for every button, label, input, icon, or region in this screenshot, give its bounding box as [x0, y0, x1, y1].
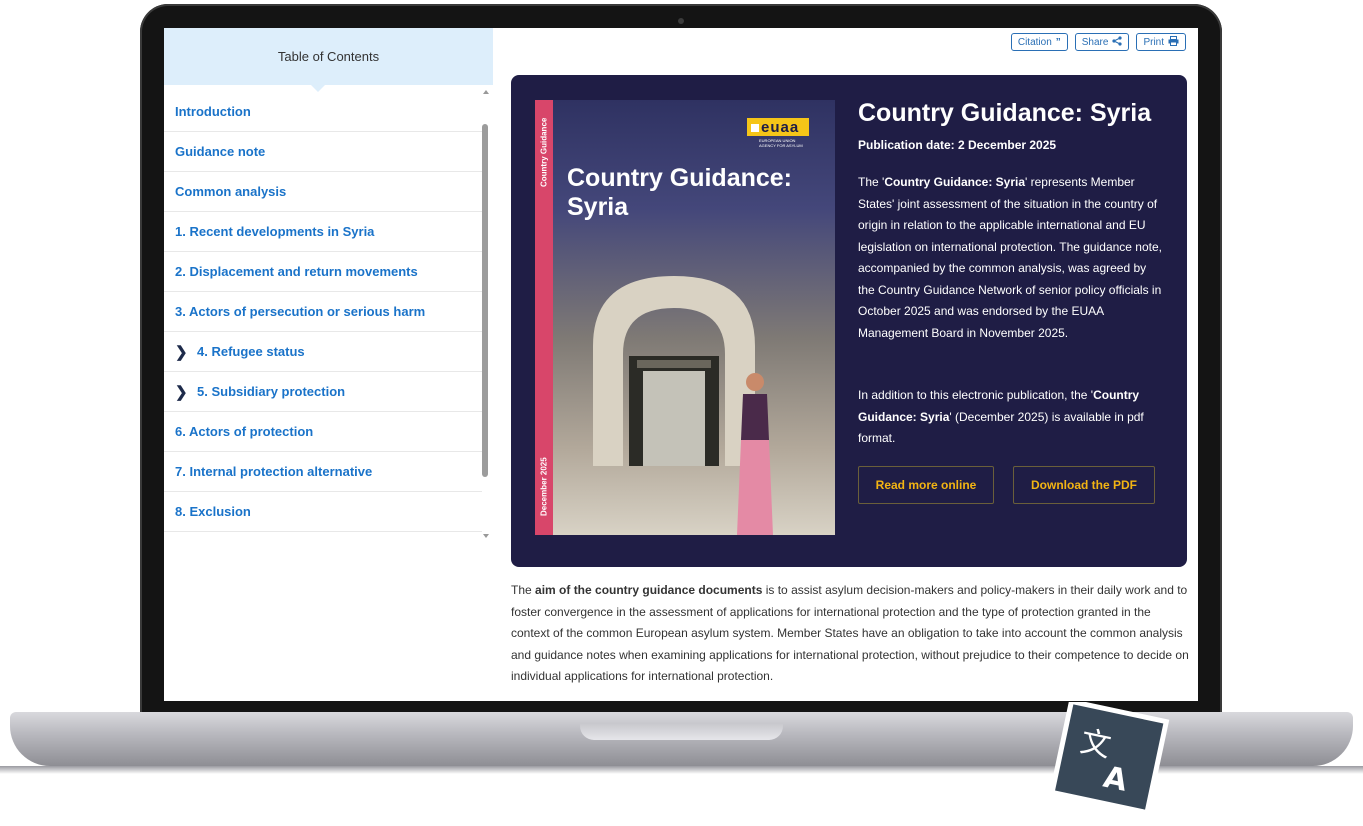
toc-item-refugee-status[interactable]: ❯ 4. Refugee status: [164, 332, 482, 372]
toc-item-actors-of-protection[interactable]: 6. Actors of protection: [164, 412, 482, 452]
citation-button[interactable]: Citation ”: [1010, 33, 1068, 51]
cover-person-illustration: [737, 373, 773, 535]
scroll-down-arrow-icon[interactable]: [483, 534, 489, 538]
toc-item-label: Introduction: [175, 104, 251, 119]
publication-pdf-note: In addition to this electronic publicati…: [858, 388, 1144, 445]
quote-icon: ”: [1055, 36, 1061, 48]
toc-item-label: 6. Actors of protection: [175, 424, 314, 439]
toc-item-introduction[interactable]: Introduction: [164, 92, 482, 132]
translate-icon[interactable]: 文 A: [1046, 702, 1172, 814]
toc-item-label: 5. Subsidiary protection: [197, 384, 346, 399]
toc-item-label: Common analysis: [175, 184, 287, 199]
scroll-up-arrow-icon[interactable]: [483, 90, 489, 94]
toc-item-exclusion[interactable]: 8. Exclusion: [164, 492, 482, 532]
toc-header: Table of Contents: [164, 28, 493, 85]
browser-screen: Table of Contents Introduction Guidance …: [164, 28, 1198, 701]
chevron-right-icon[interactable]: ❯: [175, 383, 193, 401]
print-button[interactable]: Print: [1136, 33, 1186, 51]
toc-item-label: 4. Refugee status: [197, 344, 305, 359]
toc-item-recent-developments[interactable]: 1. Recent developments in Syria: [164, 212, 482, 252]
print-label: Print: [1143, 36, 1164, 48]
download-pdf-button[interactable]: Download the PDF: [1013, 466, 1155, 504]
share-label: Share: [1081, 36, 1109, 48]
print-icon: [1168, 35, 1179, 49]
cover-title-line2: Syria: [567, 193, 629, 221]
toc-item-displacement[interactable]: 2. Displacement and return movements: [164, 252, 482, 292]
chevron-right-icon[interactable]: ❯: [175, 343, 193, 361]
toc-item-label: 8. Exclusion: [175, 504, 251, 519]
toc-item-label: 2. Displacement and return movements: [175, 264, 418, 279]
toc-item-label: 1. Recent developments in Syria: [175, 224, 375, 239]
cover-strip-label: Country Guidance: [539, 117, 549, 187]
laptop-base-notch: [580, 724, 783, 740]
toc-item-label: Guidance note: [175, 144, 266, 159]
toc-item-internal-protection[interactable]: 7. Internal protection alternative: [164, 452, 482, 492]
toc-header-caret: [310, 84, 326, 92]
cover-title: Country Guidance: Syria: [567, 164, 827, 222]
toc-item-actors-of-persecution[interactable]: 3. Actors of persecution or serious harm: [164, 292, 482, 332]
publication-date: Publication date: 2 December 2025: [858, 138, 1057, 152]
logo-sub-2: AGENCY FOR ASYLUM: [759, 143, 803, 148]
publication-title: Country Guidance: Syria: [858, 99, 1152, 127]
cover-arch-illustration: [593, 276, 755, 466]
read-more-online-button[interactable]: Read more online: [858, 466, 994, 504]
euaa-logo: euaa EUROPEAN UNION AGENCY FOR ASYLUM: [747, 118, 809, 148]
laptop-camera: [678, 18, 684, 24]
toc-item-common-analysis[interactable]: Common analysis: [164, 172, 482, 212]
logo-text: euaa: [761, 119, 800, 136]
share-icon: [1112, 35, 1123, 49]
toc-item-guidance-note[interactable]: Guidance note: [164, 132, 482, 172]
cover-strip-date: December 2025: [539, 457, 549, 517]
intro-paragraph: The aim of the country guidance document…: [511, 583, 1189, 683]
toc-list: Introduction Guidance note Common analys…: [164, 92, 482, 532]
toolbar: Citation ” Share Print: [1010, 33, 1186, 51]
scrollbar-thumb[interactable]: [482, 124, 488, 477]
toc-heading: Table of Contents: [277, 49, 380, 64]
toc-scrollbar[interactable]: [482, 88, 492, 540]
publication-cover-image[interactable]: Country Guidance December 2025 euaa EURO…: [535, 100, 835, 535]
toc-item-label: 7. Internal protection alternative: [175, 464, 373, 479]
share-button[interactable]: Share: [1074, 33, 1130, 51]
publication-description: The 'Country Guidance: Syria' represents…: [858, 175, 1162, 340]
citation-label: Citation: [1017, 36, 1052, 48]
publication-card: Country Guidance December 2025 euaa EURO…: [511, 75, 1187, 567]
toc-item-label: 3. Actors of persecution or serious harm: [175, 304, 426, 319]
cover-title-line1: Country Guidance:: [567, 164, 793, 192]
toc-item-subsidiary-protection[interactable]: ❯ 5. Subsidiary protection: [164, 372, 482, 412]
